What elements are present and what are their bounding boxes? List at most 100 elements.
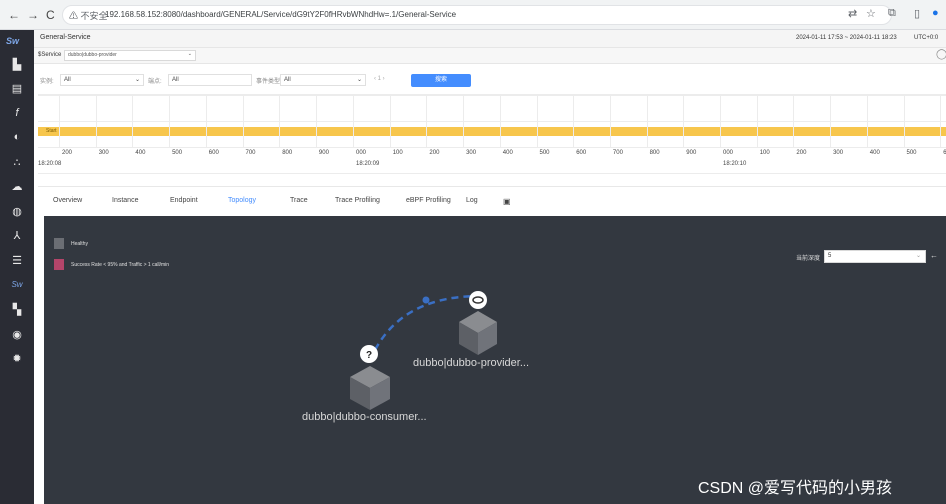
topology-canvas[interactable]: Healthy Success Rate < 95% and Traffic >… [44,216,946,504]
back-icon[interactable]: ← [8,8,20,22]
mesh-icon[interactable]: ∴ [0,156,34,169]
list-icon[interactable]: ☰ [0,254,34,267]
grid-line [242,95,244,147]
event-bar[interactable]: Start [38,127,946,136]
tick-label: 500 [906,150,917,156]
tab-overview[interactable]: Overview [53,197,82,204]
forward-icon[interactable]: → [27,8,39,22]
tab-trace[interactable]: Trace [290,197,308,204]
grid-line [903,95,905,147]
tick-label: 800 [282,150,293,156]
tick-label: 900 [686,150,697,156]
grid-line [38,95,946,96]
consumer-node-label[interactable]: dubbo|dubbo-consumer... [302,411,427,423]
grid-line [279,95,281,147]
event-timeline: Start 200 300 400 500 600 700 800 900 000 100 200 3… [38,94,946,180]
grid-line [426,95,428,147]
function-icon[interactable]: f [0,107,34,119]
grid-line [38,173,946,174]
tick-label: 200 [62,150,73,156]
time-label: 18:20:10 [723,161,747,167]
tab-log[interactable]: Log [466,197,478,204]
search-button[interactable]: 搜索 [411,74,471,87]
chevron-down-icon: ⌄ [134,77,140,83]
tab-bar: Overview Instance Endpoint Topology Trac… [38,186,946,216]
grid-icon[interactable]: ▚ [0,303,34,316]
link-midpoint[interactable] [422,296,430,304]
browser-toolbar: ← → C ⚠ 不安全 192.168.58.152:8080/dashboar… [0,0,946,30]
nodes-icon[interactable]: ⅄ [0,229,34,242]
tick-label: 000 [356,150,367,156]
grid-line [646,95,648,147]
tick-label: 000 [723,150,734,156]
refresh-icon[interactable]: ◯ [936,49,946,60]
tab-ebpf-profiling[interactable]: eBPF Profiling [406,197,451,204]
alert-icon[interactable]: ◉ [0,328,34,341]
time-label: 18:20:08 [38,161,62,167]
grid-line [38,121,946,122]
event-type-select[interactable]: All ⌄ [280,74,366,86]
reload-icon[interactable]: C [46,8,55,22]
dashboard-icon[interactable]: ▙ [0,58,34,71]
provider-node-label[interactable]: dubbo|dubbo-provider... [413,357,529,369]
event-type-label: 事件类型: [256,79,282,85]
translate-icon[interactable]: ⇄ [848,7,857,20]
pagination[interactable]: ‹ 1 › [374,76,385,82]
grid-line [609,95,611,147]
url-text: 192.168.58.152:8080/dashboard/GENERAL/Se… [105,10,457,19]
globe-icon[interactable]: ◍ [0,205,34,218]
grid-line [573,95,575,147]
sidebar-panel-icon[interactable]: ▯ [914,7,920,20]
copy-icon[interactable]: ▣ [503,197,511,206]
service-select[interactable]: dubbo|dubbo-provider ⌄ [64,50,196,61]
tab-trace-profiling[interactable]: Trace Profiling [335,197,380,204]
page-title: General-Service [40,34,91,41]
grid-line [315,95,317,147]
grid-line [499,95,501,147]
bookmark-star-icon[interactable]: ☆ [866,7,876,20]
provider-node[interactable] [459,311,497,355]
grid-line [536,95,538,147]
tab-endpoint[interactable]: Endpoint [170,197,198,204]
tick-label: 300 [833,150,844,156]
tick-label: 100 [392,150,403,156]
tick-label: 300 [98,150,109,156]
endpoint-select[interactable]: All [168,74,252,86]
settings-gear-icon[interactable]: ✹ [0,352,34,365]
profile-icon[interactable]: ● [932,7,939,19]
tick-label: 900 [318,150,329,156]
grid-line [463,95,465,147]
grid-line [756,95,758,147]
tab-topology[interactable]: Topology [228,197,256,204]
service-label: $Service [38,52,62,58]
tick-label: 600 [208,150,219,156]
provider-badge-icon [469,291,487,309]
endpoint-value: All [172,77,179,83]
cloud-icon[interactable]: ☁ [0,180,34,193]
dashboard-header: General-Service 2024-01-11 17:53 ~ 2024-… [34,30,946,48]
event-type-value: All [284,77,291,83]
database-icon[interactable]: ▤ [0,82,34,95]
chevron-down-icon: ⌄ [356,77,362,83]
address-bar[interactable]: ⚠ 不安全 192.168.58.152:8080/dashboard/GENE… [62,5,892,25]
grid-line [866,95,868,147]
skywalking-icon[interactable]: Sw [0,280,34,289]
kubernetes-icon[interactable]: ◐ [0,131,34,143]
grid-line [205,95,207,147]
time-range[interactable]: 2024-01-11 17:53 ~ 2024-01-11 18:23 [796,35,897,41]
tick-label: 300 [466,150,477,156]
tab-instance[interactable]: Instance [112,197,138,204]
tick-label: 700 [612,150,623,156]
timezone[interactable]: UTC+0:0 [914,35,938,41]
sidebar: Sw ▙ ▤ f ◐ ∴ ☁ ◍ ⅄ ☰ Sw ▚ ◉ ✹ [0,30,34,504]
grid-line [38,147,946,148]
instance-select[interactable]: All ⌄ [60,74,144,86]
extensions-icon[interactable]: ⧉ [888,7,896,20]
consumer-node[interactable] [350,366,390,410]
service-selector-row: $Service dubbo|dubbo-provider ⌄ ◯ [34,48,946,64]
grid-line [830,95,832,147]
security-warning[interactable]: ⚠ 不安全 [69,9,108,22]
skywalking-logo: Sw [6,36,20,46]
endpoint-label: 端点: [148,79,162,85]
instance-label: 实例: [40,79,54,85]
